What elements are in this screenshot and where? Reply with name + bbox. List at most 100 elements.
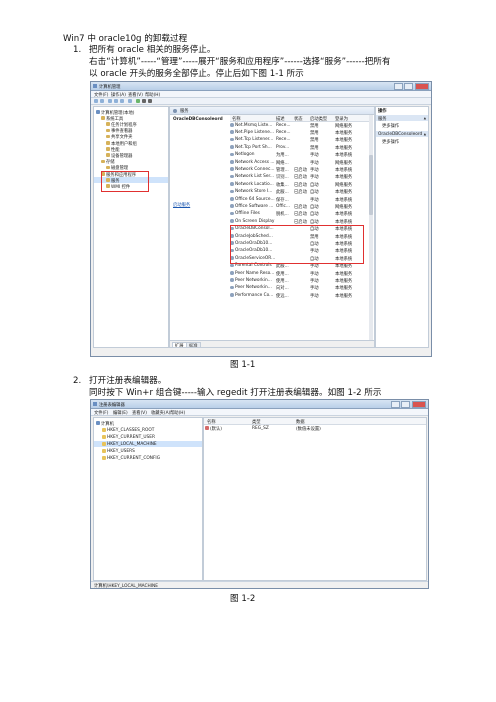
maximize-button[interactable]	[404, 83, 413, 90]
step2-desc: 同时按下 Win+r 组合键-----输入 regedit 打开注册表编辑器。如…	[89, 388, 382, 398]
table-row[interactable]: Office 64 Source... 保存... 手动 本地系统	[230, 196, 370, 203]
table-row[interactable]: Performance Co... 使远... 手动 本地服务	[230, 292, 370, 299]
play-icon[interactable]	[136, 99, 140, 103]
table-cell: Rece...	[276, 122, 291, 128]
menu-item[interactable]: 收藏夹(A)	[151, 410, 170, 416]
tree-node[interactable]: HKEY_CLASSES_ROOT	[94, 427, 202, 433]
folder-icon	[101, 116, 105, 120]
string-value-icon	[205, 426, 209, 430]
table-row[interactable]: Netlogon 为用... 手动 本地系统	[230, 152, 370, 158]
table-row[interactable]: On Screen Display 已启动 自动 本地系统	[230, 218, 370, 225]
close-button[interactable]	[415, 83, 429, 90]
table-cell: REG_SZ	[252, 425, 269, 431]
table-row[interactable]: Network Access ... 网络... 手动 网络服务	[230, 159, 370, 166]
table-cell: 使用...	[276, 271, 289, 277]
table-cell: Network Locatio...	[235, 181, 274, 187]
action-item[interactable]: 更多操作	[376, 122, 428, 129]
table-row[interactable]: Network Locatio... 收集... 已启动 自动 网络服务	[230, 181, 370, 188]
tree-node[interactable]: 计算机	[94, 420, 202, 427]
stop-icon[interactable]	[142, 99, 146, 103]
table-row[interactable]: Net.Tcp Port Sh... Prov... 禁用 本地服务	[230, 144, 370, 151]
column-header[interactable]: 状态	[294, 116, 303, 122]
table-row[interactable]: Net.Tcp Listener... Rece... 禁用 本地服务	[230, 137, 370, 143]
tree-node[interactable]: 磁盘管理	[94, 165, 168, 171]
tree-node[interactable]: HKEY_USERS	[94, 448, 202, 454]
column-header[interactable]: 名称	[232, 116, 241, 122]
pause-icon[interactable]	[148, 99, 152, 103]
maximize-button[interactable]	[401, 401, 410, 408]
gear-icon	[230, 189, 234, 194]
actions-section-header[interactable]: OracleDBConsoleord ▲	[376, 131, 428, 137]
table-row[interactable]: Peer Networkin... 使用... 手动 本地服务	[230, 277, 370, 284]
minimize-button[interactable]	[391, 401, 400, 408]
doc-title: Win7 中 oracle10g 的卸载过程	[63, 34, 188, 44]
table-row[interactable]: Offline Files 脱机... 已启动 自动 本地系统	[230, 211, 370, 217]
tree-node[interactable]: 性能	[94, 146, 168, 153]
titlebar: 计算机管理	[91, 82, 431, 91]
tree-node[interactable]: 系统工具	[94, 115, 168, 122]
table-cell: Network Connec...	[235, 166, 275, 172]
minimize-button[interactable]	[394, 83, 403, 90]
tree-node-label: HKEY_CURRENT_CONFIG	[107, 455, 161, 461]
actions-title: 操作	[378, 109, 387, 114]
services-pane: 服务 OracleDBConsoleord 启动服务 名称 描述 状态 启动类型 登录为…	[169, 106, 375, 348]
table-row[interactable]: Net.Msmq Liste... Rece... 禁用 网络服务	[230, 122, 370, 129]
tree-node[interactable]: HKEY_LOCAL_MACHINE	[94, 441, 202, 447]
tree-node[interactable]: 存储	[94, 159, 168, 165]
action-label: OracleDBConsoleord	[378, 131, 423, 137]
tree-node[interactable]: 事件查看器	[94, 128, 168, 134]
action-item[interactable]: 更多操作	[376, 138, 428, 145]
table-row[interactable]: Office Software ... Offic... 已启动 自动 网络服务	[230, 203, 370, 210]
table-cell: 使远...	[276, 293, 289, 299]
gear-icon	[230, 211, 234, 216]
table-cell: 识别...	[276, 175, 289, 181]
menu-item[interactable]: 帮助(H)	[170, 410, 185, 416]
table-row[interactable]: Peer Networkin... 向对... 手动 本地服务	[230, 285, 370, 291]
column-header[interactable]: 启动类型	[310, 116, 327, 122]
table-cell: 自动	[310, 212, 319, 218]
tree-node-label: 计算机	[101, 421, 114, 427]
up-icon[interactable]	[108, 99, 112, 103]
table-row[interactable]: Network Store I... 此服... 已启动 自动 本地服务	[230, 189, 370, 195]
tree-node[interactable]: HKEY_CURRENT_CONFIG	[94, 455, 202, 461]
close-button[interactable]	[412, 401, 426, 408]
forward-icon[interactable]	[100, 99, 104, 103]
actions-section-header[interactable]: 服务 ▲	[376, 115, 428, 122]
table-row[interactable]: Net.Pipe Listene... Rece... 禁用 本地服务	[230, 129, 370, 136]
help-icon[interactable]	[128, 99, 132, 103]
table-row[interactable]: Network List Ser... 识别... 已启动 手动 本地服务	[230, 174, 370, 180]
view-tab[interactable]: 扩展	[172, 341, 187, 347]
table-row[interactable]: Network Connec... 管理... 已启动 手动 本地系统	[230, 166, 370, 173]
scrollbar[interactable]	[369, 115, 373, 341]
gear-icon	[230, 160, 234, 164]
start-service-link[interactable]: 启动服务	[173, 202, 190, 208]
tree-node[interactable]: 本地用户和组	[94, 140, 168, 147]
gear-icon	[173, 108, 177, 113]
folder-icon	[106, 153, 110, 157]
tree-node[interactable]: 共享文件夹	[94, 134, 168, 140]
tree-node[interactable]: HKEY_CURRENT_USER	[94, 434, 202, 440]
tree-node[interactable]: 计算机管理(本地)	[94, 109, 168, 116]
column-header[interactable]: 描述	[276, 116, 285, 122]
table-cell: (数值未设置)	[296, 426, 321, 432]
table-cell: Prov...	[276, 144, 290, 150]
properties-icon[interactable]	[114, 99, 118, 103]
menu-item[interactable]: 查看(V)	[132, 410, 147, 416]
column-header[interactable]: 登录为	[335, 116, 348, 122]
titlebar: 注册表编辑器	[91, 400, 428, 409]
tree-node[interactable]: 设备管理器	[94, 152, 168, 159]
table-cell: 脱机...	[276, 212, 289, 218]
table-cell: 本地服务	[335, 278, 353, 284]
menu-item[interactable]: 文件(F)	[94, 410, 108, 416]
menu-item[interactable]: 编辑(E)	[113, 410, 128, 416]
view-tab[interactable]: 标准	[186, 341, 201, 347]
table-row[interactable]: Peer Name Reso... 使用... 手动 本地服务	[230, 270, 370, 277]
tree-node[interactable]: 任务计划程序	[94, 121, 168, 128]
selected-service-name: OracleDBConsoleord	[173, 117, 223, 122]
highlight-box	[230, 225, 364, 265]
table-cell: 本地系统	[335, 153, 353, 159]
table-cell: 本地服务	[335, 175, 353, 181]
table-row[interactable]: (默认) REG_SZ (数值未设置)	[204, 425, 426, 432]
refresh-icon[interactable]	[120, 99, 124, 103]
back-icon[interactable]	[94, 99, 98, 103]
